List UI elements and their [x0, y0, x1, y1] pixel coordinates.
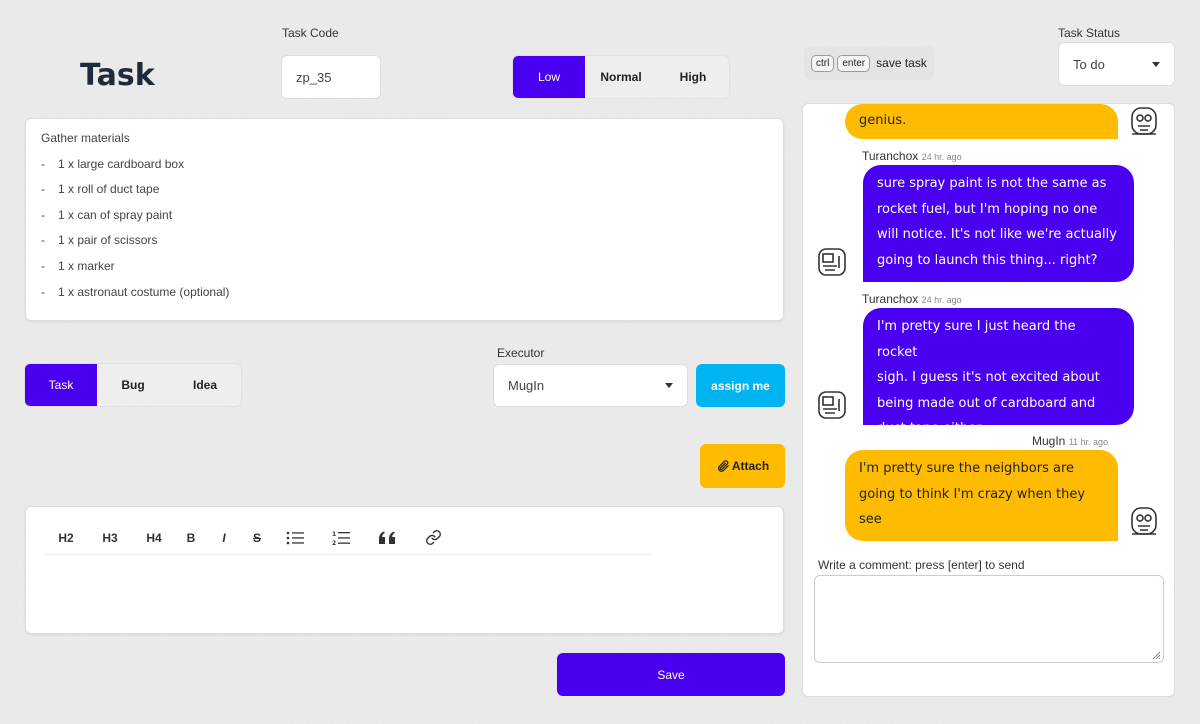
quote-icon — [379, 531, 395, 544]
executor-value: MugIn — [508, 378, 545, 393]
comment-bubble: I'm pretty sure the neighbors are going … — [845, 450, 1118, 541]
list-item: -1 x large cardboard box — [41, 156, 185, 171]
enter-key: enter — [837, 54, 871, 72]
list-item: -1 x pair of scissors — [41, 233, 158, 248]
task-status-value: To do — [1073, 56, 1105, 72]
priority-high-option[interactable]: High — [657, 56, 729, 98]
svg-text:2: 2 — [332, 540, 336, 546]
priority-selector: Low Normal High — [512, 55, 730, 99]
avatar-icon — [1131, 507, 1157, 535]
task-type-selector: Task Bug Idea — [24, 363, 242, 407]
list-item: -1 x can of spray paint — [41, 207, 173, 222]
rich-text-editor[interactable]: H2 H3 H4 B I S 12 — [25, 506, 784, 634]
executor-select[interactable]: MugIn — [493, 364, 688, 407]
comment-author: MugIn 11 hr. ago — [1032, 434, 1109, 448]
avatar-icon — [818, 391, 846, 419]
avatar-icon — [1131, 107, 1157, 135]
svg-text:1: 1 — [332, 531, 336, 538]
comment-author: Turanchox 24 hr. ago — [862, 292, 962, 306]
type-bug-option[interactable]: Bug — [97, 364, 169, 406]
type-idea-option[interactable]: Idea — [169, 364, 241, 406]
resize-handle-icon[interactable] — [1152, 651, 1160, 659]
heading3-button[interactable]: H3 — [88, 527, 132, 549]
priority-low-option[interactable]: Low — [513, 56, 585, 98]
list-item: -1 x marker — [41, 258, 115, 273]
description-heading: Gather materials — [41, 131, 130, 145]
attach-label: Attach — [731, 459, 770, 473]
comment-input[interactable] — [814, 575, 1164, 663]
avatar-icon — [818, 248, 846, 276]
attach-button[interactable]: Attach — [700, 444, 785, 488]
paperclip-icon — [717, 460, 729, 472]
bullet-list-icon — [286, 531, 304, 544]
task-code-label: Task Code — [282, 26, 339, 40]
executor-label: Executor — [497, 346, 545, 360]
link-icon — [425, 530, 441, 545]
priority-normal-option[interactable]: Normal — [585, 56, 657, 98]
comment-bubble: sure spray paint is not the same as rock… — [863, 165, 1134, 282]
comment-author: Turanchox 24 hr. ago — [862, 149, 962, 163]
ordered-list-icon: 12 — [332, 531, 350, 546]
italic-button[interactable]: I — [206, 527, 242, 549]
ctrl-key: ctrl — [811, 54, 835, 72]
task-code-input[interactable]: zp_35 — [281, 55, 381, 99]
strikethrough-button[interactable]: S — [242, 527, 272, 549]
bullet-list-button[interactable] — [272, 527, 318, 549]
bold-button[interactable]: B — [176, 527, 206, 549]
list-item: -1 x roll of duct tape — [41, 182, 160, 197]
link-button[interactable] — [410, 527, 456, 549]
chevron-down-icon — [1152, 61, 1160, 67]
heading2-button[interactable]: H2 — [44, 527, 88, 549]
task-status-select[interactable]: To do — [1058, 42, 1175, 86]
comment-input-label: Write a comment: press [enter] to send — [818, 558, 1025, 572]
chevron-down-icon — [665, 383, 673, 388]
list-item: -1 x astronaut costume (optional) — [41, 284, 230, 299]
description-box[interactable]: Gather materials -1 x large cardboard bo… — [25, 118, 784, 321]
comment-bubble: genius. — [845, 104, 1118, 139]
blockquote-button[interactable] — [364, 527, 410, 549]
editor-toolbar: H2 H3 H4 B I S 12 — [44, 527, 652, 555]
task-status-label: Task Status — [1058, 26, 1121, 40]
comments-panel[interactable]: genius. Turanchox 24 hr. ago sure spray … — [802, 103, 1175, 697]
comment-bubble: I'm pretty sure I just heard the rocket … — [863, 308, 1134, 436]
assign-me-button[interactable]: assign me — [696, 364, 785, 407]
heading4-button[interactable]: H4 — [132, 527, 176, 549]
page-title: Task — [80, 58, 155, 93]
task-code-value: zp_35 — [296, 69, 332, 85]
shortcut-hint: ctrl enter save task — [804, 46, 934, 80]
type-task-option[interactable]: Task — [25, 364, 97, 406]
ordered-list-button[interactable]: 12 — [318, 527, 364, 549]
shortcut-text: save task — [876, 56, 927, 70]
save-button[interactable]: Save — [557, 653, 785, 696]
